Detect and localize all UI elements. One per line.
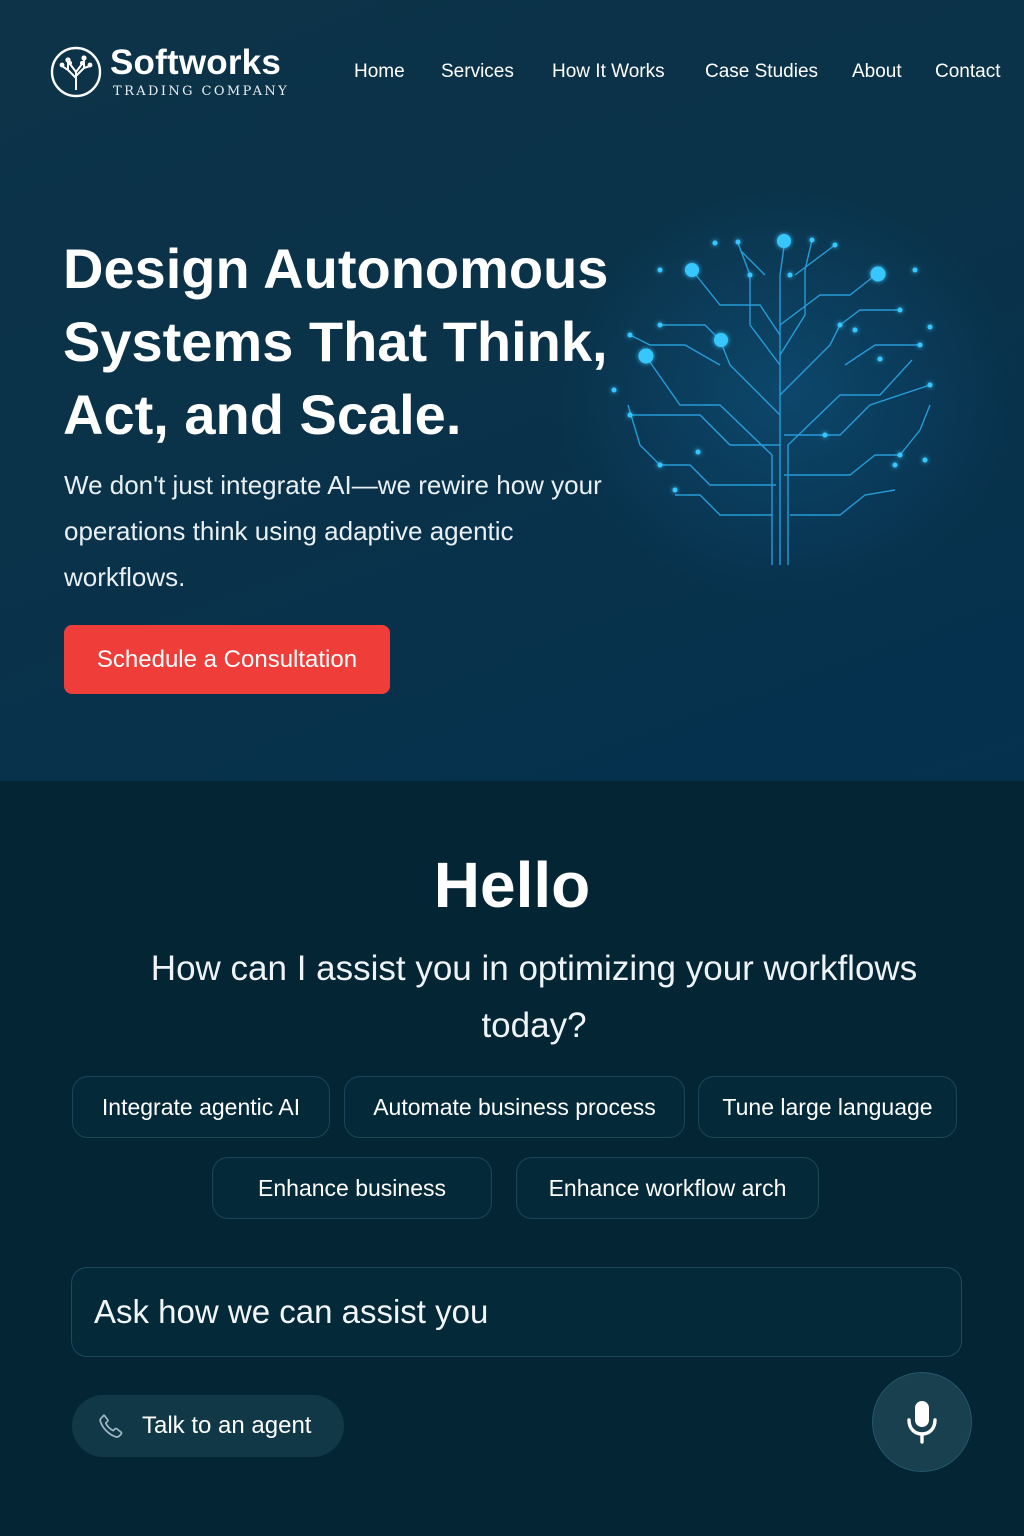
nav-home[interactable]: Home — [354, 61, 405, 83]
microphone-icon — [907, 1401, 937, 1444]
microphone-button[interactable] — [872, 1372, 972, 1472]
main-nav: Home Services How It Works Case Studies … — [0, 61, 1024, 87]
nav-services[interactable]: Services — [441, 61, 514, 83]
nav-contact[interactable]: Contact — [935, 61, 1000, 83]
hero-title-line: Systems That Think, — [63, 310, 608, 373]
nav-about[interactable]: About — [852, 61, 902, 83]
hero-subtitle: We don't just integrate AI—we rewire how… — [64, 470, 602, 592]
hero-title-line: Act, and Scale. — [63, 383, 462, 446]
neural-circuit-tree-icon — [611, 234, 933, 565]
nav-case-studies[interactable]: Case Studies — [705, 61, 818, 83]
suggestion-chip[interactable]: Enhance workflow arch — [516, 1157, 819, 1219]
nav-how-it-works[interactable]: How It Works — [552, 61, 665, 83]
hero-title-line: Design Autonomous — [63, 237, 609, 300]
talk-to-agent-button[interactable]: Talk to an agent — [72, 1395, 344, 1457]
assistant-input[interactable] — [71, 1267, 962, 1357]
assistant-greeting: Hello — [433, 849, 591, 921]
schedule-consultation-button[interactable]: Schedule a Consultation — [64, 625, 390, 694]
assistant-question: How can I assist you in optimizing your … — [150, 949, 918, 1045]
suggestion-chip[interactable]: Enhance business — [212, 1157, 492, 1219]
suggestion-chip[interactable]: Automate business process — [344, 1076, 685, 1138]
suggestion-chip[interactable]: Integrate agentic AI — [72, 1076, 330, 1138]
talk-to-agent-label: Talk to an agent — [142, 1412, 312, 1439]
phone-icon — [99, 1414, 123, 1438]
suggestion-chip[interactable]: Tune large language — [698, 1076, 957, 1138]
hero-title: Design Autonomous Systems That Think, Ac… — [63, 232, 663, 451]
hero-section: Softworks TRADING COMPANY Home Services … — [0, 0, 1024, 781]
